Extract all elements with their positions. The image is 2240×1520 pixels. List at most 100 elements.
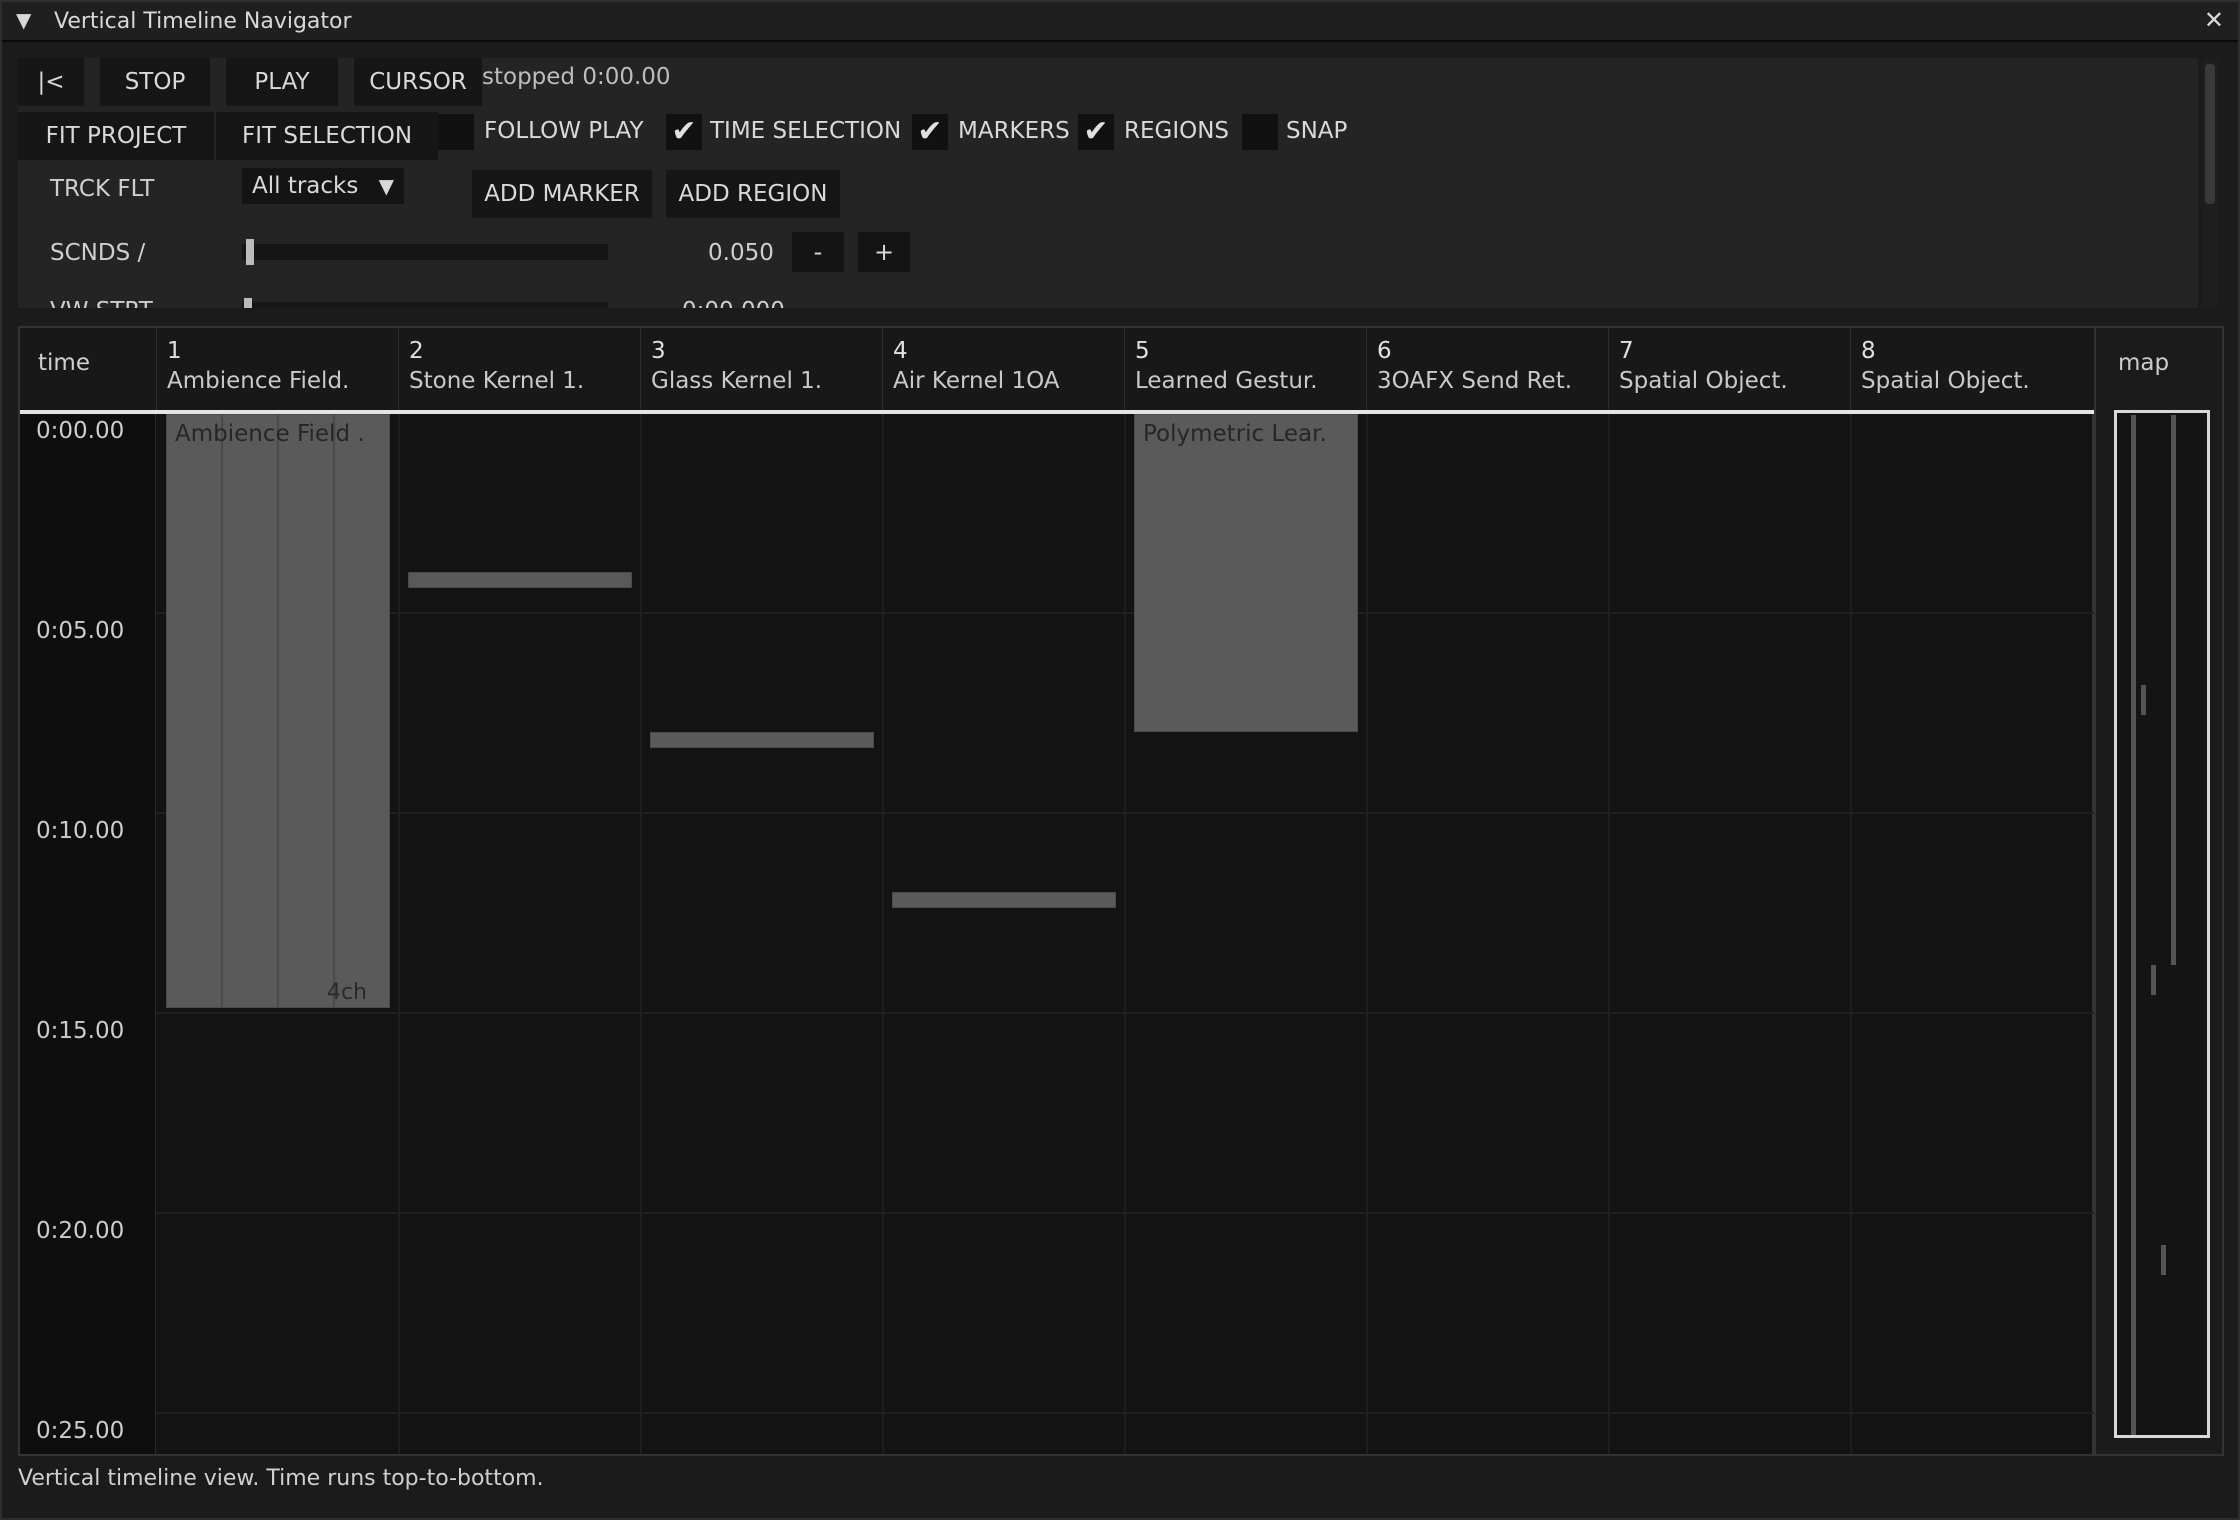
snap-checkbox[interactable] [1242,114,1278,150]
title-bar: ▼ Vertical Timeline Navigator ✕ [2,2,2238,42]
track-name: Spatial Object. [1861,368,2030,394]
track-number: 6 [1377,338,1392,364]
map-track-line [2171,415,2176,965]
track-header-6[interactable]: 6 3OAFX Send Ret. [1366,328,1608,412]
time-tick-label: 0:20.00 [36,1218,125,1244]
seconds-per-slider-handle[interactable] [246,239,254,265]
regions-checkbox[interactable]: ✔ [1078,114,1114,150]
lane-divider [1366,412,1368,1454]
time-column-header: time [38,350,90,376]
time-tick-label: 0:15.00 [36,1018,125,1044]
stop-button[interactable]: STOP [100,58,210,106]
track-header-5[interactable]: 5 Learned Gestur. [1124,328,1366,412]
media-item-polymetric[interactable]: Polymetric Lear. [1134,414,1358,732]
map-item-mark [2151,965,2156,995]
media-item-ambience[interactable]: Ambience Field . 4ch [166,414,390,1008]
time-tick-label: 0:10.00 [36,818,125,844]
toolbar-panel: |< STOP PLAY CURSOR stopped 0:00.00 FIT … [18,58,2198,308]
track-filter-dropdown[interactable]: All tracks ▼ [242,168,404,204]
lane-divider [640,412,642,1454]
time-ruler [20,328,156,1454]
snap-label: SNAP [1286,118,1348,144]
track-name: 3OAFX Send Ret. [1377,368,1573,394]
follow-play-label: FOLLOW PLAY [484,118,644,144]
add-region-button[interactable]: ADD REGION [666,170,840,218]
zoom-minus-button[interactable]: - [792,232,844,272]
toolbar-scrollbar-thumb[interactable] [2205,64,2215,204]
track-number: 7 [1619,338,1634,364]
fit-selection-button[interactable]: FIT SELECTION [216,112,438,160]
track-name: Spatial Object. [1619,368,1788,394]
media-item-label: Ambience Field . [175,421,365,447]
seconds-per-value: 0.050 [708,240,774,266]
markers-label: MARKERS [958,118,1070,144]
go-to-start-button[interactable]: |< [18,58,84,106]
time-tick-label: 0:05.00 [36,618,125,644]
track-header-1[interactable]: 1 Ambience Field. [156,328,398,412]
add-marker-button[interactable]: ADD MARKER [472,170,652,218]
regions-label: REGIONS [1124,118,1230,144]
collapse-triangle-icon[interactable]: ▼ [16,8,31,32]
channel-count: 4ch [326,980,367,1005]
seconds-per-slider[interactable] [242,244,608,260]
lane-divider [398,412,400,1454]
track-header-2[interactable]: 2 Stone Kernel 1. [398,328,640,412]
media-item-label: Polymetric Lear. [1143,421,1327,447]
track-number: 4 [893,338,908,364]
timeline-navigator-window: ▼ Vertical Timeline Navigator ✕ |< STOP … [0,0,2240,1520]
fit-project-button[interactable]: FIT PROJECT [18,112,214,160]
channel-lane [221,415,223,1007]
status-hint: Vertical timeline view. Time runs top-to… [18,1466,544,1491]
view-start-label: VW STRT [50,298,153,308]
media-item-air-kernel[interactable] [892,892,1116,908]
track-filter-label: TRCK FLT [50,176,155,202]
track-name: Glass Kernel 1. [651,368,823,394]
overview-map[interactable] [2114,410,2210,1438]
time-selection-label: TIME SELECTION [710,118,902,144]
checkmark-icon: ✔ [917,114,943,149]
lane-divider [1608,412,1610,1454]
map-item-mark [2161,1245,2166,1275]
map-label: map [2118,350,2170,376]
track-header-row: time 1 Ambience Field. 2 Stone Kernel 1.… [20,328,2094,412]
play-cursor-line[interactable] [20,410,2094,414]
play-button[interactable]: PLAY [226,58,338,106]
track-name: Air Kernel 1OA [893,368,1060,394]
map-item-mark [2141,685,2146,715]
track-number: 3 [651,338,666,364]
markers-checkbox[interactable]: ✔ [912,114,948,150]
view-start-value: 0:00.000 [682,298,785,308]
checkmark-icon: ✔ [671,114,697,149]
time-tick-label: 0:25.00 [36,1418,125,1444]
view-start-slider-handle[interactable] [244,298,252,308]
media-item-stone-kernel[interactable] [408,572,632,588]
map-track-line [2131,415,2136,1435]
track-number: 2 [409,338,424,364]
timeline-grid[interactable]: 0:00.00 0:05.00 0:10.00 0:15.00 0:20.00 … [18,326,2094,1456]
view-start-slider[interactable] [242,302,608,308]
channel-lane [277,415,279,1007]
follow-play-checkbox[interactable] [438,114,474,150]
window-title: Vertical Timeline Navigator [54,9,352,34]
media-item-glass-kernel[interactable] [650,732,874,748]
seconds-per-label: SCNDS / [50,240,146,266]
time-selection-checkbox[interactable]: ✔ [666,114,702,150]
close-icon[interactable]: ✕ [2204,6,2224,34]
chevron-down-icon: ▼ [378,174,394,198]
time-tick-label: 0:00.00 [36,418,125,444]
track-name: Stone Kernel 1. [409,368,585,394]
lane-divider [882,412,884,1454]
track-number: 8 [1861,338,1876,364]
lane-divider [1124,412,1126,1454]
track-header-7[interactable]: 7 Spatial Object. [1608,328,1850,412]
track-header-4[interactable]: 4 Air Kernel 1OA [882,328,1124,412]
cursor-button[interactable]: CURSOR [354,58,482,106]
channel-lane [333,415,335,1007]
lane-divider [1850,412,1852,1454]
zoom-plus-button[interactable]: + [858,232,910,272]
track-header-3[interactable]: 3 Glass Kernel 1. [640,328,882,412]
transport-status: stopped 0:00.00 [482,64,671,90]
track-header-8[interactable]: 8 Spatial Object. [1850,328,2092,412]
checkmark-icon: ✔ [1083,114,1109,149]
track-name: Ambience Field. [167,368,350,394]
